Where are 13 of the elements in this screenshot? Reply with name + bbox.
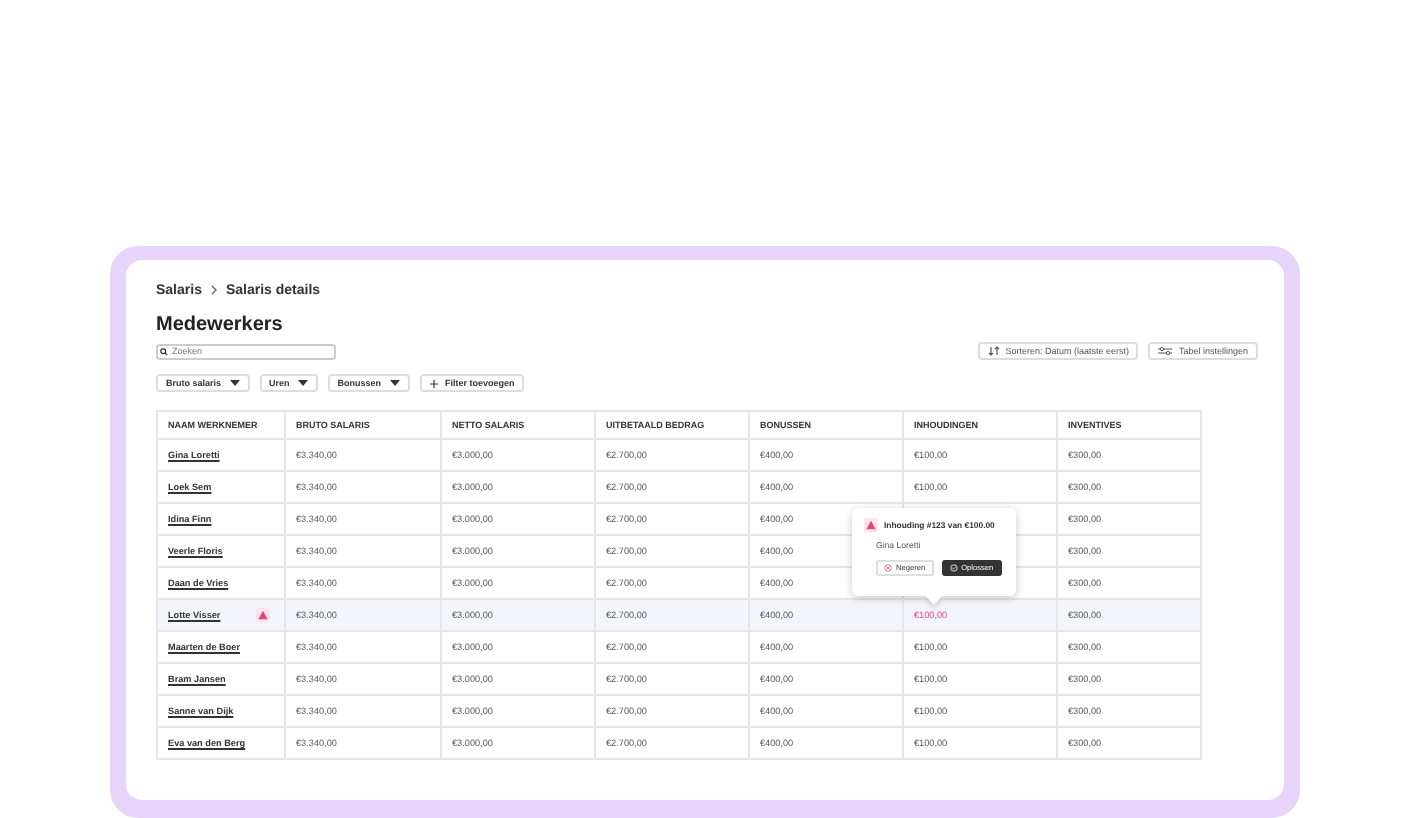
warning-icon — [256, 608, 270, 622]
chevron-icon — [209, 284, 218, 296]
page-title: Medewerkers — [156, 314, 285, 336]
caret-icon — [229, 380, 240, 386]
caret-icon — [297, 380, 308, 386]
close-circle-icon — [884, 564, 892, 572]
search-icon — [160, 347, 168, 355]
sort-icon — [987, 346, 1000, 356]
caret-icon — [389, 380, 400, 386]
check-circle-icon — [949, 564, 958, 572]
plus-icon — [429, 379, 438, 387]
warning-icon — [864, 518, 878, 532]
sliders-icon — [1158, 346, 1173, 356]
